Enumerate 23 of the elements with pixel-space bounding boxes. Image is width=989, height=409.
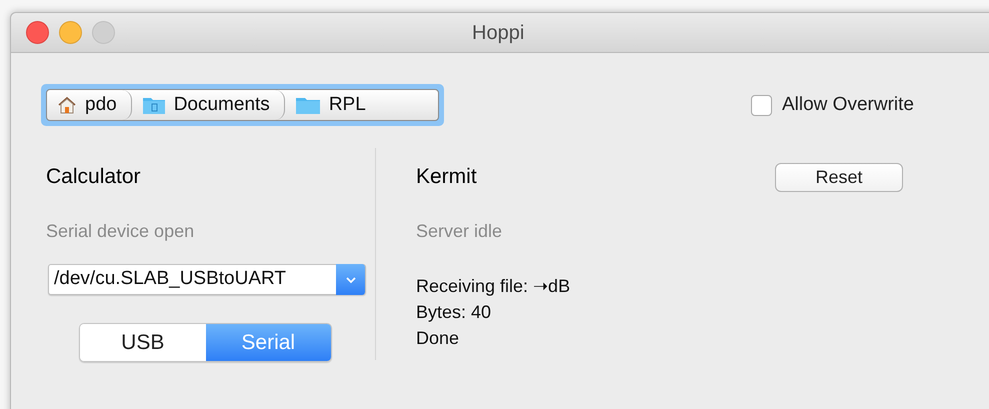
path-segment[interactable]: RPL (328, 90, 366, 120)
log-line: Bytes: 40 (416, 301, 492, 324)
device-dropdown[interactable]: /dev/cu.SLAB_USBtoUART (48, 264, 366, 295)
status-text: Server idle (416, 220, 504, 243)
status-text: Serial device open (46, 220, 196, 243)
folder-document-icon (142, 95, 166, 115)
log-line: Done (416, 327, 460, 350)
path-segment[interactable]: pdo (85, 90, 117, 120)
checkbox[interactable] (751, 94, 772, 116)
segment-tab[interactable]: USB (80, 324, 206, 361)
checkbox-label: Allow Overwrite (782, 92, 914, 117)
path-segment[interactable]: Documents (174, 90, 270, 120)
section-title: Calculator (46, 164, 142, 190)
section-title: Kermit (416, 164, 477, 190)
close-button[interactable] (26, 21, 49, 44)
minimize-button[interactable] (59, 21, 82, 44)
home-icon (57, 96, 77, 114)
folder-icon (294, 95, 321, 115)
reset-button[interactable]: Reset (775, 162, 903, 192)
zoom-button[interactable] (92, 21, 115, 44)
window-title: Hoppi (472, 20, 524, 46)
path-control[interactable]: pdo Documents RPL (41, 84, 444, 126)
log-line: Receiving file: ➝dB (416, 275, 572, 298)
